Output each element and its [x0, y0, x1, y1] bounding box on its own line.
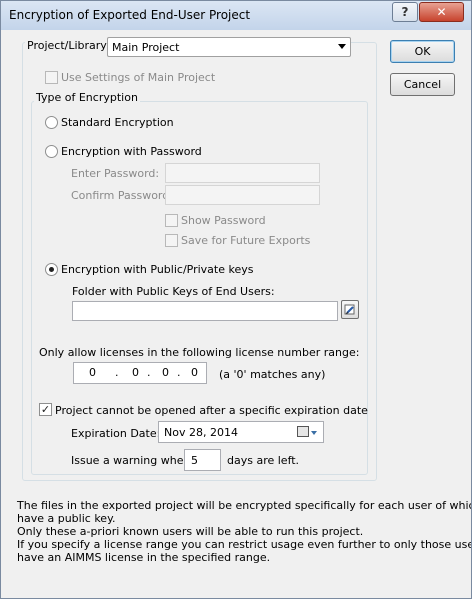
enter-password-input[interactable] — [165, 163, 320, 183]
help-button[interactable]: ? — [392, 2, 418, 22]
folder-browse-icon — [344, 304, 355, 315]
calendar-icon — [297, 426, 309, 437]
password-encryption-label: Encryption with Password — [61, 145, 202, 158]
show-password-label: Show Password — [181, 214, 266, 227]
warning-label: Issue a warning when — [71, 454, 191, 467]
confirm-password-input[interactable] — [165, 185, 320, 205]
confirm-password-label: Confirm Password: — [71, 189, 173, 202]
close-icon: ✕ — [436, 5, 447, 19]
project-library-label: Project/Library: — [25, 39, 112, 52]
license-range-input[interactable]: 0 . 0 . 0 . 0 — [73, 362, 207, 384]
warning-suffix: days are left. — [227, 454, 300, 467]
standard-encryption-label: Standard Encryption — [61, 116, 174, 129]
chevron-down-icon — [338, 44, 346, 49]
license-range-label: Only allow licenses in the following lic… — [39, 346, 360, 359]
license-separator-2: . — [147, 366, 151, 379]
info-line-2: have a public key. — [17, 512, 116, 525]
encryption-type-label: Type of Encryption — [34, 91, 140, 104]
expiration-date-picker[interactable]: Nov 28, 2014 — [158, 421, 324, 443]
use-settings-label: Use Settings of Main Project — [61, 71, 216, 84]
license-range-hint: (a '0' matches any) — [219, 368, 326, 381]
save-future-exports-checkbox[interactable] — [165, 234, 178, 247]
radio-selected-dot — [49, 267, 54, 272]
license-segment-3: 0 — [162, 366, 169, 379]
project-library-value: Main Project — [112, 41, 180, 54]
info-text: The files in the exported project will b… — [17, 499, 472, 564]
warning-days-input[interactable]: 5 — [184, 449, 221, 471]
cancel-button[interactable]: Cancel — [390, 73, 455, 96]
standard-encryption-radio[interactable] — [45, 116, 58, 129]
expiration-date-value: Nov 28, 2014 — [164, 426, 238, 439]
chevron-down-icon — [311, 431, 317, 435]
public-keys-folder-label: Folder with Public Keys of End Users: — [72, 285, 275, 298]
license-segment-2: 0 — [132, 366, 139, 379]
checkmark-icon: ✓ — [40, 403, 51, 416]
info-line-4: If you specify a license range you can r… — [17, 538, 472, 551]
enter-password-label: Enter Password: — [71, 167, 160, 180]
expiration-checkbox-label: Project cannot be opened after a specifi… — [55, 404, 368, 417]
project-library-select[interactable]: Main Project — [107, 37, 351, 57]
license-separator-1: . — [115, 366, 119, 379]
ok-button[interactable]: OK — [390, 40, 455, 63]
show-password-checkbox[interactable] — [165, 214, 178, 227]
close-button[interactable]: ✕ — [419, 2, 464, 22]
help-icon: ? — [401, 5, 409, 19]
password-encryption-radio[interactable] — [45, 145, 58, 158]
info-line-3: Only these a-priori known users will be … — [17, 525, 364, 538]
info-line-5: have an AIMMS license in the specified r… — [17, 551, 271, 564]
license-segment-1: 0 — [89, 366, 96, 379]
expiration-date-label: Expiration Date: — [71, 427, 161, 440]
license-separator-3: . — [177, 366, 181, 379]
public-keys-folder-input[interactable] — [72, 301, 338, 321]
warning-days-value: 5 — [191, 454, 198, 467]
browse-folder-button[interactable] — [341, 300, 359, 319]
encryption-dialog: Encryption of Exported End-User Project … — [0, 0, 472, 599]
use-settings-checkbox[interactable] — [45, 71, 58, 84]
public-private-encryption-radio[interactable] — [45, 263, 58, 276]
title-bar: Encryption of Exported End-User Project … — [1, 1, 471, 30]
expiration-checkbox[interactable]: ✓ — [39, 403, 52, 416]
public-private-encryption-label: Encryption with Public/Private keys — [61, 263, 254, 276]
license-segment-4: 0 — [191, 366, 198, 379]
window-title: Encryption of Exported End-User Project — [9, 8, 251, 22]
save-future-exports-label: Save for Future Exports — [181, 234, 311, 247]
info-line-1: The files in the exported project will b… — [17, 499, 472, 512]
